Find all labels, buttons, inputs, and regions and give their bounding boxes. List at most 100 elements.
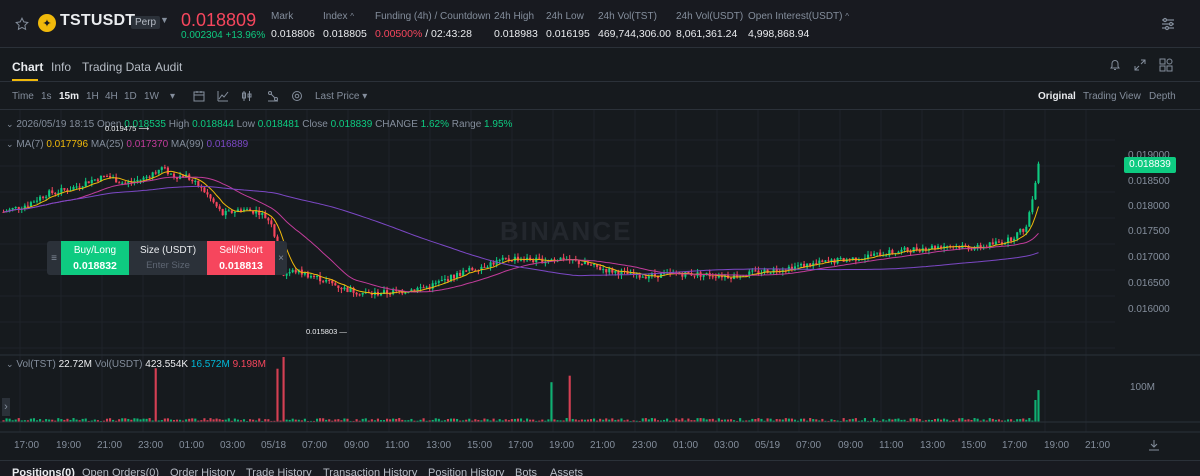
candle-body	[51, 190, 54, 194]
settings-sliders-icon[interactable]	[1160, 16, 1176, 32]
candle-body	[869, 254, 873, 256]
candle-body	[644, 276, 647, 279]
volume-bar	[611, 418, 614, 422]
candle-body	[891, 250, 894, 254]
candle-body	[270, 220, 273, 225]
candle-body	[970, 249, 973, 251]
candle-body	[602, 269, 605, 271]
sell-short-button[interactable]: Sell/Short 0.018813	[207, 241, 275, 275]
view-depth[interactable]: Depth	[1149, 91, 1176, 102]
tab-trading-data[interactable]: Trading Data	[82, 60, 151, 74]
candle-body	[516, 256, 520, 261]
tab-assets[interactable]: Assets	[550, 467, 583, 476]
size-input[interactable]: Size (USDT) Enter Size	[129, 241, 207, 275]
volume-bar	[842, 418, 845, 422]
interval-1d[interactable]: 1D	[124, 91, 137, 102]
settings-icon[interactable]	[290, 89, 304, 103]
candle-body	[142, 177, 145, 180]
candle-body	[136, 179, 139, 182]
volume-bar	[787, 418, 790, 422]
time-tick: 07:00	[796, 440, 822, 451]
volume-bar	[449, 418, 453, 422]
candle-body	[358, 294, 361, 296]
stat-index: Index ^ 0.018805	[323, 11, 367, 40]
candle-body	[1010, 237, 1013, 241]
volume-bar	[1028, 418, 1031, 422]
close-icon[interactable]: ×	[275, 241, 287, 275]
price-tick: 0.016500	[1128, 278, 1170, 289]
stat-24h-low: 24h Low 0.016195	[546, 11, 590, 40]
volume-bar	[154, 368, 157, 422]
candle-body	[900, 249, 903, 252]
candle-body	[38, 196, 42, 201]
chart-tabs: Chart Info Trading Data Audit	[0, 48, 1200, 82]
candle-body	[108, 176, 112, 178]
interval-1w[interactable]: 1W	[144, 91, 159, 102]
tab-open-orders[interactable]: Open Orders(0)	[82, 467, 159, 476]
candle-body	[824, 260, 827, 262]
candle-body	[866, 254, 870, 259]
stat-value: 0.018983	[494, 28, 538, 40]
chart-type-icon[interactable]	[240, 89, 254, 103]
time-tick: 19:00	[1044, 440, 1070, 451]
volume-bar	[702, 418, 705, 422]
symbol-name[interactable]: TSTUSDT	[60, 12, 135, 30]
tab-transaction-history[interactable]: Transaction History	[323, 467, 417, 476]
volume-bar	[276, 368, 279, 422]
candle-body	[729, 278, 733, 280]
tab-info[interactable]: Info	[51, 60, 71, 74]
buy-long-button[interactable]: Buy/Long 0.018832	[61, 241, 129, 275]
candle-body	[221, 209, 224, 216]
tab-bots[interactable]: Bots	[515, 467, 537, 476]
candle-body	[331, 280, 334, 284]
stat-value: 0.016195	[546, 28, 590, 40]
candle-body	[839, 257, 842, 259]
volume-bar	[72, 418, 75, 422]
scroll-to-latest-icon[interactable]	[1147, 438, 1161, 452]
expand-icon[interactable]	[1133, 58, 1147, 72]
tab-audit[interactable]: Audit	[155, 60, 182, 74]
indicator-line-icon[interactable]	[216, 89, 230, 103]
tab-chart[interactable]: Chart	[12, 60, 43, 74]
interval-1h[interactable]: 1H	[86, 91, 99, 102]
bell-icon[interactable]	[1108, 58, 1122, 72]
scroll-left-handle[interactable]: ›	[2, 398, 10, 416]
drawing-tools-icon[interactable]	[266, 89, 280, 103]
interval-1s[interactable]: 1s	[41, 91, 52, 102]
last-price: 0.018809	[181, 10, 257, 30]
tab-trade-history[interactable]: Trade History	[246, 467, 312, 476]
tab-positions[interactable]: Positions(0)	[12, 467, 75, 476]
view-original[interactable]: Original	[1038, 91, 1076, 102]
more-intervals-icon[interactable]: ▾	[170, 91, 175, 102]
candle-body	[827, 260, 830, 262]
stat-label: Funding (4h) / Countdown	[375, 11, 491, 22]
interval-15m[interactable]: 15m	[59, 91, 79, 102]
candle-body	[994, 241, 997, 245]
view-trading-view[interactable]: Trading View	[1083, 91, 1141, 102]
tab-position-history[interactable]: Position History	[428, 467, 504, 476]
candle-body	[815, 263, 818, 265]
drag-handle-icon[interactable]: ≡	[47, 241, 61, 275]
price-source-select[interactable]: Last Price ▾	[315, 91, 367, 102]
candle-body	[14, 206, 17, 209]
candlestick-chart[interactable]: ⌄ 2026/05/19 18:15 Open 0.018535 High 0.…	[0, 110, 1200, 460]
candle-body	[1016, 232, 1019, 239]
interval-label: Time	[12, 91, 34, 102]
price-tick: 0.018500	[1128, 176, 1170, 187]
candle-body	[145, 176, 148, 178]
active-tab-indicator	[12, 79, 38, 81]
volume-bar	[227, 418, 230, 422]
account-tabs: Positions(0) Open Orders(0) Order Histor…	[0, 460, 1200, 476]
candle-body	[102, 175, 106, 177]
tab-order-history[interactable]: Order History	[170, 467, 235, 476]
symbol-dropdown-icon[interactable]: ▼	[160, 15, 169, 25]
candle-body	[63, 188, 66, 190]
favorite-star-icon[interactable]	[14, 16, 30, 32]
layout-grid-icon[interactable]	[1158, 57, 1174, 73]
time-tick: 21:00	[97, 440, 123, 451]
volume-bar	[873, 418, 876, 422]
candle-body	[322, 281, 325, 283]
interval-4h[interactable]: 4H	[105, 91, 118, 102]
calendar-icon[interactable]	[192, 89, 206, 103]
time-tick: 01:00	[673, 440, 699, 451]
